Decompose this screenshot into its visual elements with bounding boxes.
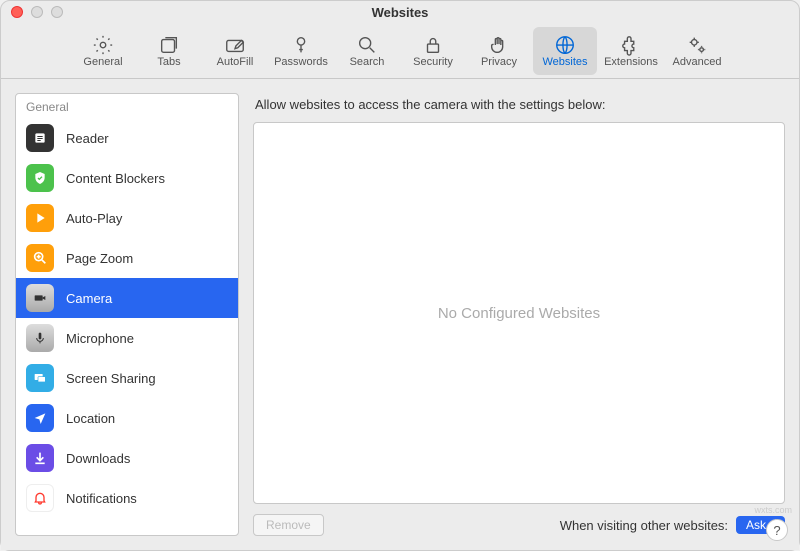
gears-icon: [686, 34, 708, 56]
tab-label: Advanced: [673, 56, 722, 68]
select-value: Ask: [746, 518, 766, 532]
key-icon: [290, 34, 312, 56]
tab-label: Extensions: [604, 56, 658, 68]
help-button[interactable]: ?: [766, 519, 788, 541]
sidebar-item-screen-sharing[interactable]: Screen Sharing: [16, 358, 238, 398]
tab-extensions[interactable]: Extensions: [599, 27, 663, 75]
sidebar-item-page-zoom[interactable]: Page Zoom: [16, 238, 238, 278]
reader-icon: [26, 124, 54, 152]
puzzle-icon: [620, 34, 642, 56]
tab-autofill[interactable]: AutoFill: [203, 27, 267, 75]
sidebar-item-label: Microphone: [66, 331, 134, 346]
sidebar-item-auto-play[interactable]: Auto-Play: [16, 198, 238, 238]
location-icon: [26, 404, 54, 432]
window-title: Websites: [1, 5, 799, 20]
configured-websites-list[interactable]: No Configured Websites: [253, 122, 785, 504]
titlebar: Websites: [1, 1, 799, 23]
tab-passwords[interactable]: Passwords: [269, 27, 333, 75]
sidebar-item-label: Auto-Play: [66, 211, 122, 226]
sidebar-item-label: Reader: [66, 131, 109, 146]
tabs-icon: [158, 34, 180, 56]
hand-icon: [488, 34, 510, 56]
tab-label: Tabs: [157, 56, 180, 68]
tab-search[interactable]: Search: [335, 27, 399, 75]
lock-icon: [422, 34, 444, 56]
tab-label: Security: [413, 56, 453, 68]
sidebar-item-label: Location: [66, 411, 115, 426]
sidebar-item-location[interactable]: Location: [16, 398, 238, 438]
sidebar-item-camera[interactable]: Camera: [16, 278, 238, 318]
tab-general[interactable]: General: [71, 27, 135, 75]
tab-advanced[interactable]: Advanced: [665, 27, 729, 75]
tab-privacy[interactable]: Privacy: [467, 27, 531, 75]
sidebar-item-label: Camera: [66, 291, 112, 306]
sidebar-item-label: Page Zoom: [66, 251, 133, 266]
screens-icon: [26, 364, 54, 392]
tab-label: Websites: [542, 56, 587, 68]
globe-icon: [554, 34, 576, 56]
shield-check-icon: [26, 164, 54, 192]
bell-icon: [26, 484, 54, 512]
camera-icon: [26, 284, 54, 312]
remove-button[interactable]: Remove: [253, 514, 324, 536]
main-panel: Allow websites to access the camera with…: [253, 93, 785, 536]
microphone-icon: [26, 324, 54, 352]
sidebar-item-content-blockers[interactable]: Content Blockers: [16, 158, 238, 198]
tab-label: Search: [350, 56, 385, 68]
sidebar-item-notifications[interactable]: Notifications: [16, 478, 238, 518]
sidebar-item-microphone[interactable]: Microphone: [16, 318, 238, 358]
sidebar-item-reader[interactable]: Reader: [16, 118, 238, 158]
default-policy-label: When visiting other websites:: [560, 518, 728, 533]
sidebar-item-downloads[interactable]: Downloads: [16, 438, 238, 478]
sidebar-item-label: Screen Sharing: [66, 371, 156, 386]
gear-icon: [92, 34, 114, 56]
download-icon: [26, 444, 54, 472]
sidebar-item-label: Notifications: [66, 491, 137, 506]
pencil-card-icon: [224, 34, 246, 56]
sidebar-group-header: General: [16, 94, 238, 118]
tab-tabs[interactable]: Tabs: [137, 27, 201, 75]
panel-description: Allow websites to access the camera with…: [253, 93, 785, 112]
tab-websites[interactable]: Websites: [533, 27, 597, 75]
sidebar: General Reader Content Blockers Auto-Pla…: [15, 93, 239, 536]
tab-label: Privacy: [481, 56, 517, 68]
sidebar-item-label: Content Blockers: [66, 171, 165, 186]
empty-state-text: No Configured Websites: [438, 305, 600, 322]
zoom-icon: [26, 244, 54, 272]
watermark: wxts.com: [754, 505, 792, 515]
tab-label: General: [83, 56, 122, 68]
tab-label: Passwords: [274, 56, 328, 68]
preferences-toolbar: General Tabs AutoFill Passwords Search S…: [1, 23, 799, 79]
tab-label: AutoFill: [217, 56, 254, 68]
sidebar-item-label: Downloads: [66, 451, 130, 466]
help-icon: ?: [773, 523, 780, 538]
tab-security[interactable]: Security: [401, 27, 465, 75]
play-icon: [26, 204, 54, 232]
search-icon: [356, 34, 378, 56]
